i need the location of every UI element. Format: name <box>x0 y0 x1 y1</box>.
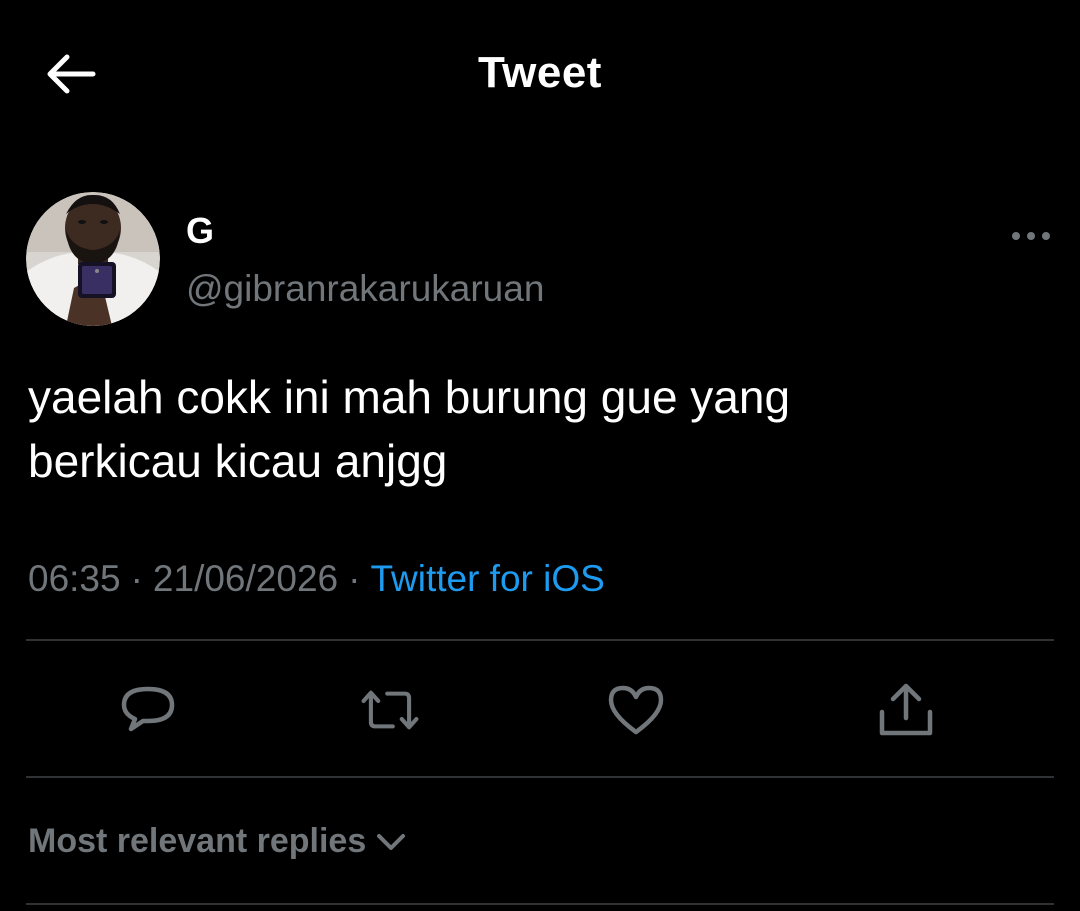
tweet-author: G @gibranrakarukaruan <box>26 192 1056 332</box>
more-horizontal-icon <box>1012 232 1050 240</box>
page-title: Tweet <box>478 48 602 97</box>
replies-sort-dropdown[interactable]: Most relevant replies <box>28 822 406 861</box>
tweet-text: yaelah cokk ini mah burung gue yang berk… <box>28 365 1028 493</box>
tweet-actions <box>0 660 1080 760</box>
user-avatar-photo <box>26 192 160 326</box>
divider <box>26 776 1054 778</box>
retweet-button[interactable] <box>360 680 420 740</box>
tweet-text-line: yaelah cokk ini mah burung gue yang <box>28 371 791 423</box>
meta-separator: · <box>348 558 361 599</box>
divider <box>26 903 1054 905</box>
more-options-button[interactable] <box>1006 222 1056 250</box>
retweet-icon <box>361 690 419 730</box>
top-bar: Tweet <box>0 0 1080 150</box>
author-display-name[interactable]: G <box>186 210 214 252</box>
tweet-source-link[interactable]: Twitter for iOS <box>370 558 604 599</box>
like-button[interactable] <box>606 680 666 740</box>
chevron-down-icon <box>376 832 406 852</box>
tweet-meta: 06:35 · 21/06/2026 · Twitter for iOS <box>28 558 605 600</box>
reply-button[interactable] <box>118 680 178 740</box>
replies-sort-label: Most relevant replies <box>28 822 367 860</box>
divider <box>26 639 1054 641</box>
tweet-time: 06:35 <box>28 558 121 599</box>
tweet-date: 21/06/2026 <box>152 558 339 599</box>
avatar[interactable] <box>26 192 160 326</box>
reply-icon <box>121 686 175 732</box>
meta-separator: · <box>130 558 143 599</box>
heart-icon <box>608 685 664 735</box>
tweet-text-line: berkicau kicau anjgg <box>28 435 448 487</box>
author-handle[interactable]: @gibranrakarukaruan <box>186 268 544 310</box>
share-icon <box>879 683 933 736</box>
share-button[interactable] <box>876 680 936 740</box>
